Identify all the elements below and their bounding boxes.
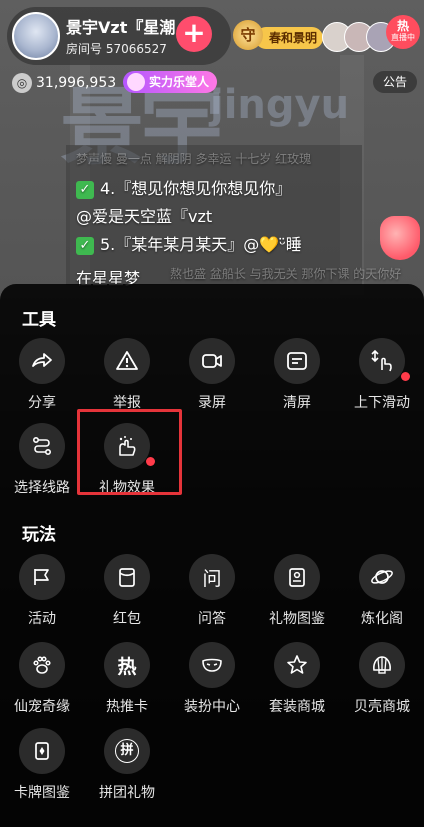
hot-icon: 热 — [104, 642, 150, 688]
strength-tag[interactable]: 实力乐堂人 — [123, 71, 218, 93]
side-float-badge[interactable] — [380, 216, 420, 260]
tool-clear-screen[interactable]: 清屏 — [255, 338, 339, 418]
gift-book-icon — [274, 554, 320, 600]
chat-line-text: 5.『某年某月某天』@💛ᵕ̈睡 — [100, 235, 302, 254]
play-label: 礼物图鉴 — [269, 611, 325, 627]
group-gift-icon: 拼 — [104, 728, 150, 774]
play-card-book[interactable]: 卡牌图鉴 — [0, 728, 84, 808]
tool-record[interactable]: 录屏 — [170, 338, 254, 418]
play-label: 仙宠奇缘 — [14, 699, 70, 715]
tool-route[interactable]: 选择线路 — [0, 423, 84, 503]
selection-highlight-box — [77, 409, 182, 495]
coin-counter[interactable]: ◎ 31,996,953 — [12, 72, 116, 94]
report-icon — [104, 338, 150, 384]
flag-icon — [19, 554, 65, 600]
chat-line: ✓ 4.『想见你想见你想见你』 — [76, 175, 291, 199]
play-shell-mall[interactable]: 贝壳商城 — [340, 642, 424, 722]
live-status: 直播中 — [391, 33, 415, 42]
play-label: 装扮中心 — [184, 699, 240, 715]
tool-share[interactable]: 分享 — [0, 338, 84, 418]
swipe-icon — [359, 338, 405, 384]
room-id: 房间号 57066527 — [66, 42, 167, 56]
play-activity[interactable]: 活动 — [0, 554, 84, 634]
red-packet-icon — [104, 554, 150, 600]
route-icon — [19, 423, 65, 469]
section-title-play: 玩法 — [22, 525, 56, 545]
hot-char: 热 — [396, 19, 409, 33]
play-refinery[interactable]: 炼化阁 — [340, 554, 424, 634]
play-qa[interactable]: 问 问答 — [170, 554, 254, 634]
share-icon — [19, 338, 65, 384]
play-label: 炼化阁 — [361, 611, 403, 627]
chat-line: @爱是天空蓝『vzt — [76, 207, 213, 226]
host-name: 景宇Vzt『星潮 — [66, 18, 176, 37]
chat-line-text: 4.『想见你想见你想见你』 — [100, 179, 292, 198]
section-title-tools: 工具 — [22, 310, 56, 330]
star-icon — [274, 642, 320, 688]
hot-glyph: 热 — [117, 655, 137, 678]
clear-screen-icon — [274, 338, 320, 384]
check-icon: ✓ — [76, 236, 94, 255]
gem-icon — [127, 73, 145, 91]
tool-swipe[interactable]: 上下滑动 — [340, 338, 424, 418]
tool-label: 分享 — [28, 395, 56, 411]
play-label: 热推卡 — [106, 699, 148, 715]
play-hot-card[interactable]: 热 热推卡 — [85, 642, 169, 722]
more-panel-sheet: 工具 分享 举报 录屏 清屏 上下滑动 选择线路 礼物效果 玩法 活动 红包 问… — [0, 284, 424, 827]
play-label: 拼团礼物 — [99, 785, 155, 801]
play-pet[interactable]: 仙宠奇缘 — [0, 642, 84, 722]
chat-line: 熬也盛 盆船长 与我无关 那你下课 的天你好 — [170, 267, 402, 281]
play-label: 卡牌图鉴 — [14, 785, 70, 801]
tool-report[interactable]: 举报 — [85, 338, 169, 418]
chat-line: 梦声慢 曼一点 解阴阴 多幸运 十七岁 红玫瑰 — [76, 152, 312, 166]
paw-icon — [19, 642, 65, 688]
play-label: 套装商城 — [269, 699, 325, 715]
qa-icon: 问 — [189, 554, 235, 600]
hot-live-badge[interactable]: 热 直播中 — [386, 15, 420, 49]
play-label: 问答 — [198, 611, 226, 627]
toggle-on-dot-icon — [401, 372, 410, 381]
check-icon: ✓ — [76, 180, 94, 199]
play-gift-book[interactable]: 礼物图鉴 — [255, 554, 339, 634]
chat-line: ✓ 5.『某年某月某天』@💛ᵕ̈睡 — [76, 231, 302, 255]
play-suit-mall[interactable]: 套装商城 — [255, 642, 339, 722]
tool-label: 录屏 — [198, 395, 226, 411]
play-label: 红包 — [113, 611, 141, 627]
tool-label: 上下滑动 — [354, 395, 410, 411]
planet-icon — [359, 554, 405, 600]
tool-label: 清屏 — [283, 395, 311, 411]
rank-tag[interactable]: 春和景明 — [255, 27, 324, 49]
host-avatar[interactable] — [12, 12, 60, 60]
coin-icon: ◎ — [12, 73, 32, 93]
mask-icon — [189, 642, 235, 688]
qa-glyph: 问 — [202, 567, 222, 590]
play-label: 活动 — [28, 611, 56, 627]
guard-badge-icon[interactable]: 守 — [233, 20, 263, 50]
group-gift-glyph: 拼 — [115, 739, 139, 763]
strength-tag-label: 实力乐堂人 — [149, 75, 210, 89]
card-icon — [19, 728, 65, 774]
play-group-gift[interactable]: 拼 拼团礼物 — [85, 728, 169, 808]
tool-label: 选择线路 — [14, 480, 70, 496]
follow-plus-button[interactable]: + — [176, 16, 212, 52]
play-label: 贝壳商城 — [354, 699, 410, 715]
play-dressup[interactable]: 装扮中心 — [170, 642, 254, 722]
coin-count: 31,996,953 — [36, 75, 117, 91]
bg-logo-sub: jingyu — [210, 82, 350, 128]
play-red-packet[interactable]: 红包 — [85, 554, 169, 634]
notice-button[interactable]: 公告 — [373, 71, 417, 93]
shell-icon — [359, 642, 405, 688]
record-icon — [189, 338, 235, 384]
